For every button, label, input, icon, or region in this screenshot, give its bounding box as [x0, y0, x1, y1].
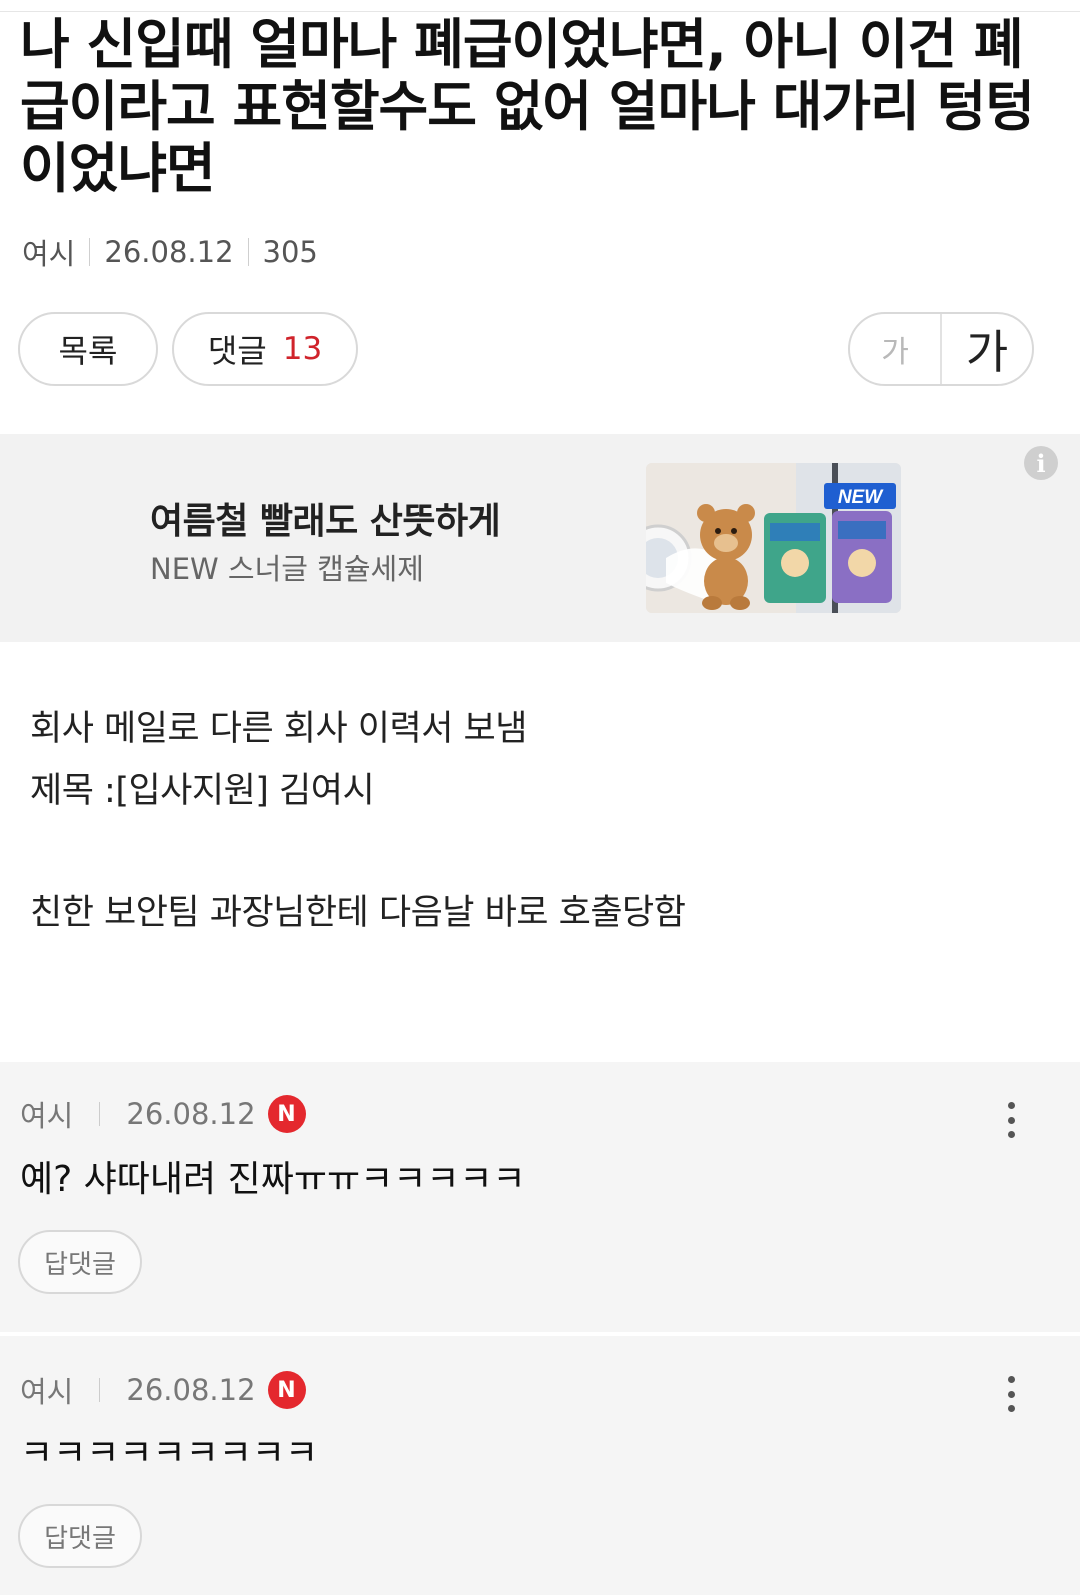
comment-meta: 여시 26.08.12 N: [20, 1094, 306, 1134]
content-line-2: 제목 :[입사지원] 김여시: [30, 771, 375, 811]
reply-button-label: 답댓글: [44, 1523, 116, 1554]
content-line-3: 친한 보안팀 과장님한테 다음날 바로 호출당함: [30, 893, 686, 933]
list-button[interactable]: 목록: [18, 312, 158, 386]
comment-text: 예? 샤따내려 진짜ㅠㅠㅋㅋㅋㅋㅋ: [20, 1159, 526, 1200]
comment-count: 13: [282, 331, 323, 367]
post-date: 26.08.12: [104, 235, 234, 269]
top-border: [0, 0, 1080, 12]
font-size-toggle: 가 가: [848, 312, 1034, 386]
comment-item: 여시 26.08.12 N 예? 샤따내려 진짜ㅠㅠㅋㅋㅋㅋㅋ 답댓글: [0, 1062, 1080, 1332]
more-options-icon[interactable]: [996, 1372, 1026, 1416]
ad-illustration: NEW: [646, 463, 901, 613]
meta-divider: [89, 238, 91, 266]
post-meta: 여시 26.08.12 305: [22, 232, 318, 272]
ad-new-badge: NEW: [838, 487, 884, 508]
reply-button[interactable]: 답댓글: [18, 1504, 142, 1568]
new-badge-icon: N: [267, 1371, 306, 1409]
ad-title[interactable]: 여름철 빨래도 산뜻하게: [150, 492, 501, 544]
comment-meta: 여시 26.08.12 N: [20, 1370, 306, 1410]
reply-button[interactable]: 답댓글: [18, 1230, 142, 1294]
comment-date: 26.08.12: [126, 1373, 256, 1407]
comments-button[interactable]: 댓글 13: [172, 312, 358, 386]
content-line-1: 회사 메일로 다른 회사 이력서 보냄: [30, 709, 527, 749]
meta-divider: [99, 1378, 101, 1402]
comment-author: 여시: [20, 1375, 74, 1409]
post-title: 나 신입때 얼마나 폐급이었냐면, 아니 이건 폐급이라고 표현할수도 없어 얼…: [20, 13, 1035, 200]
comment-item: 여시 26.08.12 N ㅋㅋㅋㅋㅋㅋㅋㅋㅋ 답댓글: [0, 1336, 1080, 1595]
font-size-large-button[interactable]: 가: [942, 314, 1032, 384]
new-badge-icon: N: [267, 1095, 306, 1133]
comment-date: 26.08.12: [126, 1097, 256, 1131]
font-size-small-button[interactable]: 가: [850, 314, 942, 384]
meta-divider: [247, 238, 249, 266]
more-options-icon[interactable]: [996, 1098, 1026, 1142]
comment-text: ㅋㅋㅋㅋㅋㅋㅋㅋㅋ: [20, 1433, 319, 1474]
post-views: 305: [262, 235, 318, 269]
info-icon[interactable]: i: [1024, 446, 1058, 480]
font-size-large-label: 가: [965, 325, 1009, 379]
comment-author: 여시: [20, 1099, 74, 1133]
reply-button-label: 답댓글: [44, 1249, 116, 1280]
list-button-label: 목록: [58, 332, 118, 370]
ad-image[interactable]: NEW: [646, 463, 901, 613]
comments-button-label: 댓글: [207, 332, 267, 370]
font-size-small-label: 가: [881, 335, 909, 370]
post-author: 여시: [22, 237, 76, 271]
ad-subtitle[interactable]: NEW 스너글 캡슐세제: [150, 546, 424, 588]
meta-divider: [99, 1102, 101, 1126]
